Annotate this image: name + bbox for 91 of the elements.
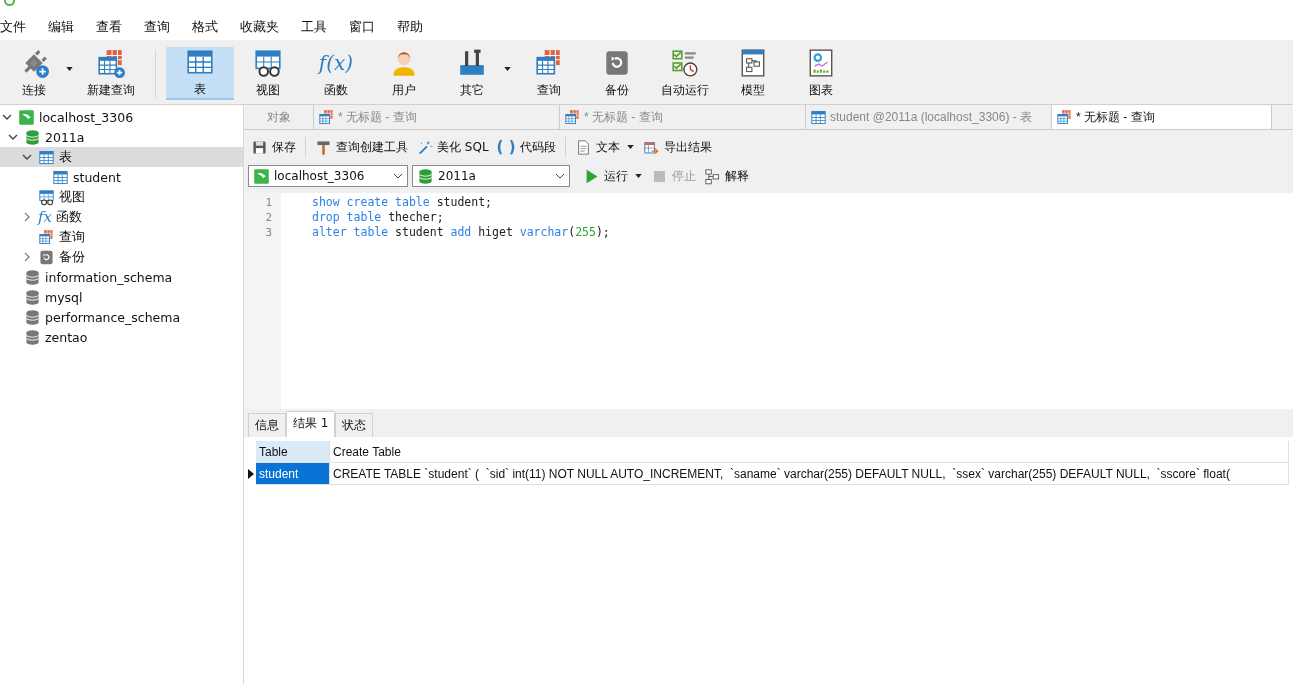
- result-tab[interactable]: 状态: [335, 413, 374, 437]
- toolbar-button[interactable]: 运行: [580, 165, 631, 187]
- toolbar-button[interactable]: 美化 SQL: [413, 136, 492, 158]
- spreadsheet-icon: [564, 108, 581, 126]
- toolbar-button[interactable]: 模型: [719, 47, 787, 99]
- dropdown-field[interactable]: localhost_3306: [248, 165, 408, 187]
- spreadsheet-icon: [1056, 108, 1073, 126]
- spreadsheet-plus-icon: [96, 47, 126, 78]
- chevron-icon[interactable]: [8, 132, 18, 142]
- line-number: 3: [264, 225, 273, 240]
- menu-item[interactable]: 帮助: [397, 18, 423, 36]
- toolbar-button[interactable]: 用户: [370, 47, 438, 99]
- chevron-icon[interactable]: [393, 173, 403, 179]
- toolbar-button[interactable]: 自动运行: [651, 47, 719, 99]
- toolbar-button[interactable]: 文本: [571, 136, 623, 158]
- chevron-icon[interactable]: [555, 173, 565, 179]
- dropdown-field[interactable]: 2011a: [412, 165, 570, 187]
- toolbar-button[interactable]: 查询创建工具: [312, 136, 411, 158]
- tree-item[interactable]: 2011a: [0, 127, 243, 147]
- spreadsheet-icon: [318, 108, 335, 126]
- menu-item[interactable]: 窗口: [349, 18, 375, 36]
- document-tab[interactable]: * 无标题 - 查询: [1052, 105, 1272, 129]
- toolbar-button[interactable]: f(x) 函数: [302, 47, 370, 99]
- tree-item[interactable]: zentao: [0, 327, 243, 347]
- chevron-icon[interactable]: [2, 112, 12, 122]
- tree-item[interactable]: performance_schema: [0, 307, 243, 327]
- hammer-icon: [315, 138, 332, 156]
- toolbar-button[interactable]: ( ) 代码段: [493, 136, 559, 158]
- chevron-icon[interactable]: [22, 152, 32, 162]
- database-icon: [417, 167, 434, 185]
- toolbar-button[interactable]: 查询: [515, 47, 583, 99]
- column-header[interactable]: Table: [256, 441, 330, 463]
- tree-item[interactable]: 表: [0, 147, 243, 167]
- toolbar-button[interactable]: 其它: [438, 47, 506, 99]
- toolbar-button[interactable]: 表: [166, 46, 234, 100]
- menu-item[interactable]: 格式: [192, 18, 218, 36]
- caret-icon[interactable]: [504, 67, 511, 71]
- checklist-clock-icon: [670, 47, 700, 78]
- table-icon: [810, 108, 827, 126]
- menu-item[interactable]: 查看: [96, 18, 122, 36]
- caret-icon[interactable]: [626, 145, 634, 149]
- connection-icon: [18, 108, 35, 126]
- table-cell: student: [256, 463, 330, 485]
- toolbar-button[interactable]: 备份: [583, 47, 651, 99]
- toolbar-button[interactable]: 保存: [248, 136, 299, 158]
- function-icon: fx: [38, 208, 52, 226]
- toolbar-button[interactable]: 图表: [787, 47, 855, 99]
- tree-item[interactable]: student: [0, 167, 243, 187]
- sql-editor[interactable]: 1 2 3 show create table student; drop table thecher; alter table student add higet varchar(255);: [244, 193, 1293, 409]
- table-icon: [52, 168, 69, 186]
- table-glasses-icon: [253, 47, 283, 78]
- table-glasses-icon: [38, 188, 55, 206]
- tools-icon: [457, 47, 487, 78]
- save-icon: [251, 138, 268, 156]
- tree-item[interactable]: localhost_3306: [0, 107, 243, 127]
- code-line: show create table student;: [312, 195, 493, 210]
- table-cell: CREATE TABLE `student` ( `sid` int(11) NOT NULL AUTO_INCREMENT, `saname` varchar(255) DEFAULT NULL, `ssex` varchar(255) DEFAULT NULL, `sscore` float(: [330, 463, 1289, 485]
- toolbar-button[interactable]: 导出结果: [639, 136, 715, 158]
- app-logo-icon: [4, 0, 15, 6]
- braces-icon: ( ): [496, 138, 516, 156]
- menu-item[interactable]: 工具: [301, 18, 327, 36]
- menu-item[interactable]: 文件: [0, 18, 26, 36]
- backup-icon: [38, 248, 55, 266]
- result-tab[interactable]: 信息: [248, 413, 286, 437]
- table-icon: [38, 148, 55, 166]
- spreadsheet-icon: [38, 228, 55, 246]
- tree-item[interactable]: fx 函数: [0, 207, 243, 227]
- flowchart-icon: [704, 167, 721, 185]
- code-line: alter table student add higet varchar(255);: [312, 225, 610, 240]
- caret-icon[interactable]: [66, 67, 73, 71]
- tree-item[interactable]: 查询: [0, 227, 243, 247]
- result-tab[interactable]: 结果 1: [286, 411, 336, 437]
- toolbar-button[interactable]: 解释: [701, 165, 752, 187]
- function-icon: f(x): [318, 47, 354, 78]
- magic-wand-icon: [416, 138, 433, 156]
- connection-icon: [253, 167, 270, 185]
- toolbar-button[interactable]: 连接: [0, 47, 68, 99]
- caret-icon[interactable]: [635, 174, 642, 178]
- tree-item[interactable]: information_schema: [0, 267, 243, 287]
- tree-item[interactable]: 备份: [0, 247, 243, 267]
- tree-item[interactable]: mysql: [0, 287, 243, 307]
- line-number: 2: [264, 210, 273, 225]
- toolbar-button[interactable]: 新建查询: [77, 47, 145, 99]
- toolbar-button[interactable]: 视图: [234, 47, 302, 99]
- menu-item[interactable]: 查询: [144, 18, 170, 36]
- tree-item[interactable]: 视图: [0, 187, 243, 207]
- line-number: 1: [264, 195, 273, 210]
- menu-item[interactable]: 收藏夹: [240, 18, 279, 36]
- menu-item[interactable]: 编辑: [48, 18, 74, 36]
- column-header[interactable]: Create Table: [330, 441, 1289, 463]
- code-line: drop table thecher;: [312, 210, 445, 225]
